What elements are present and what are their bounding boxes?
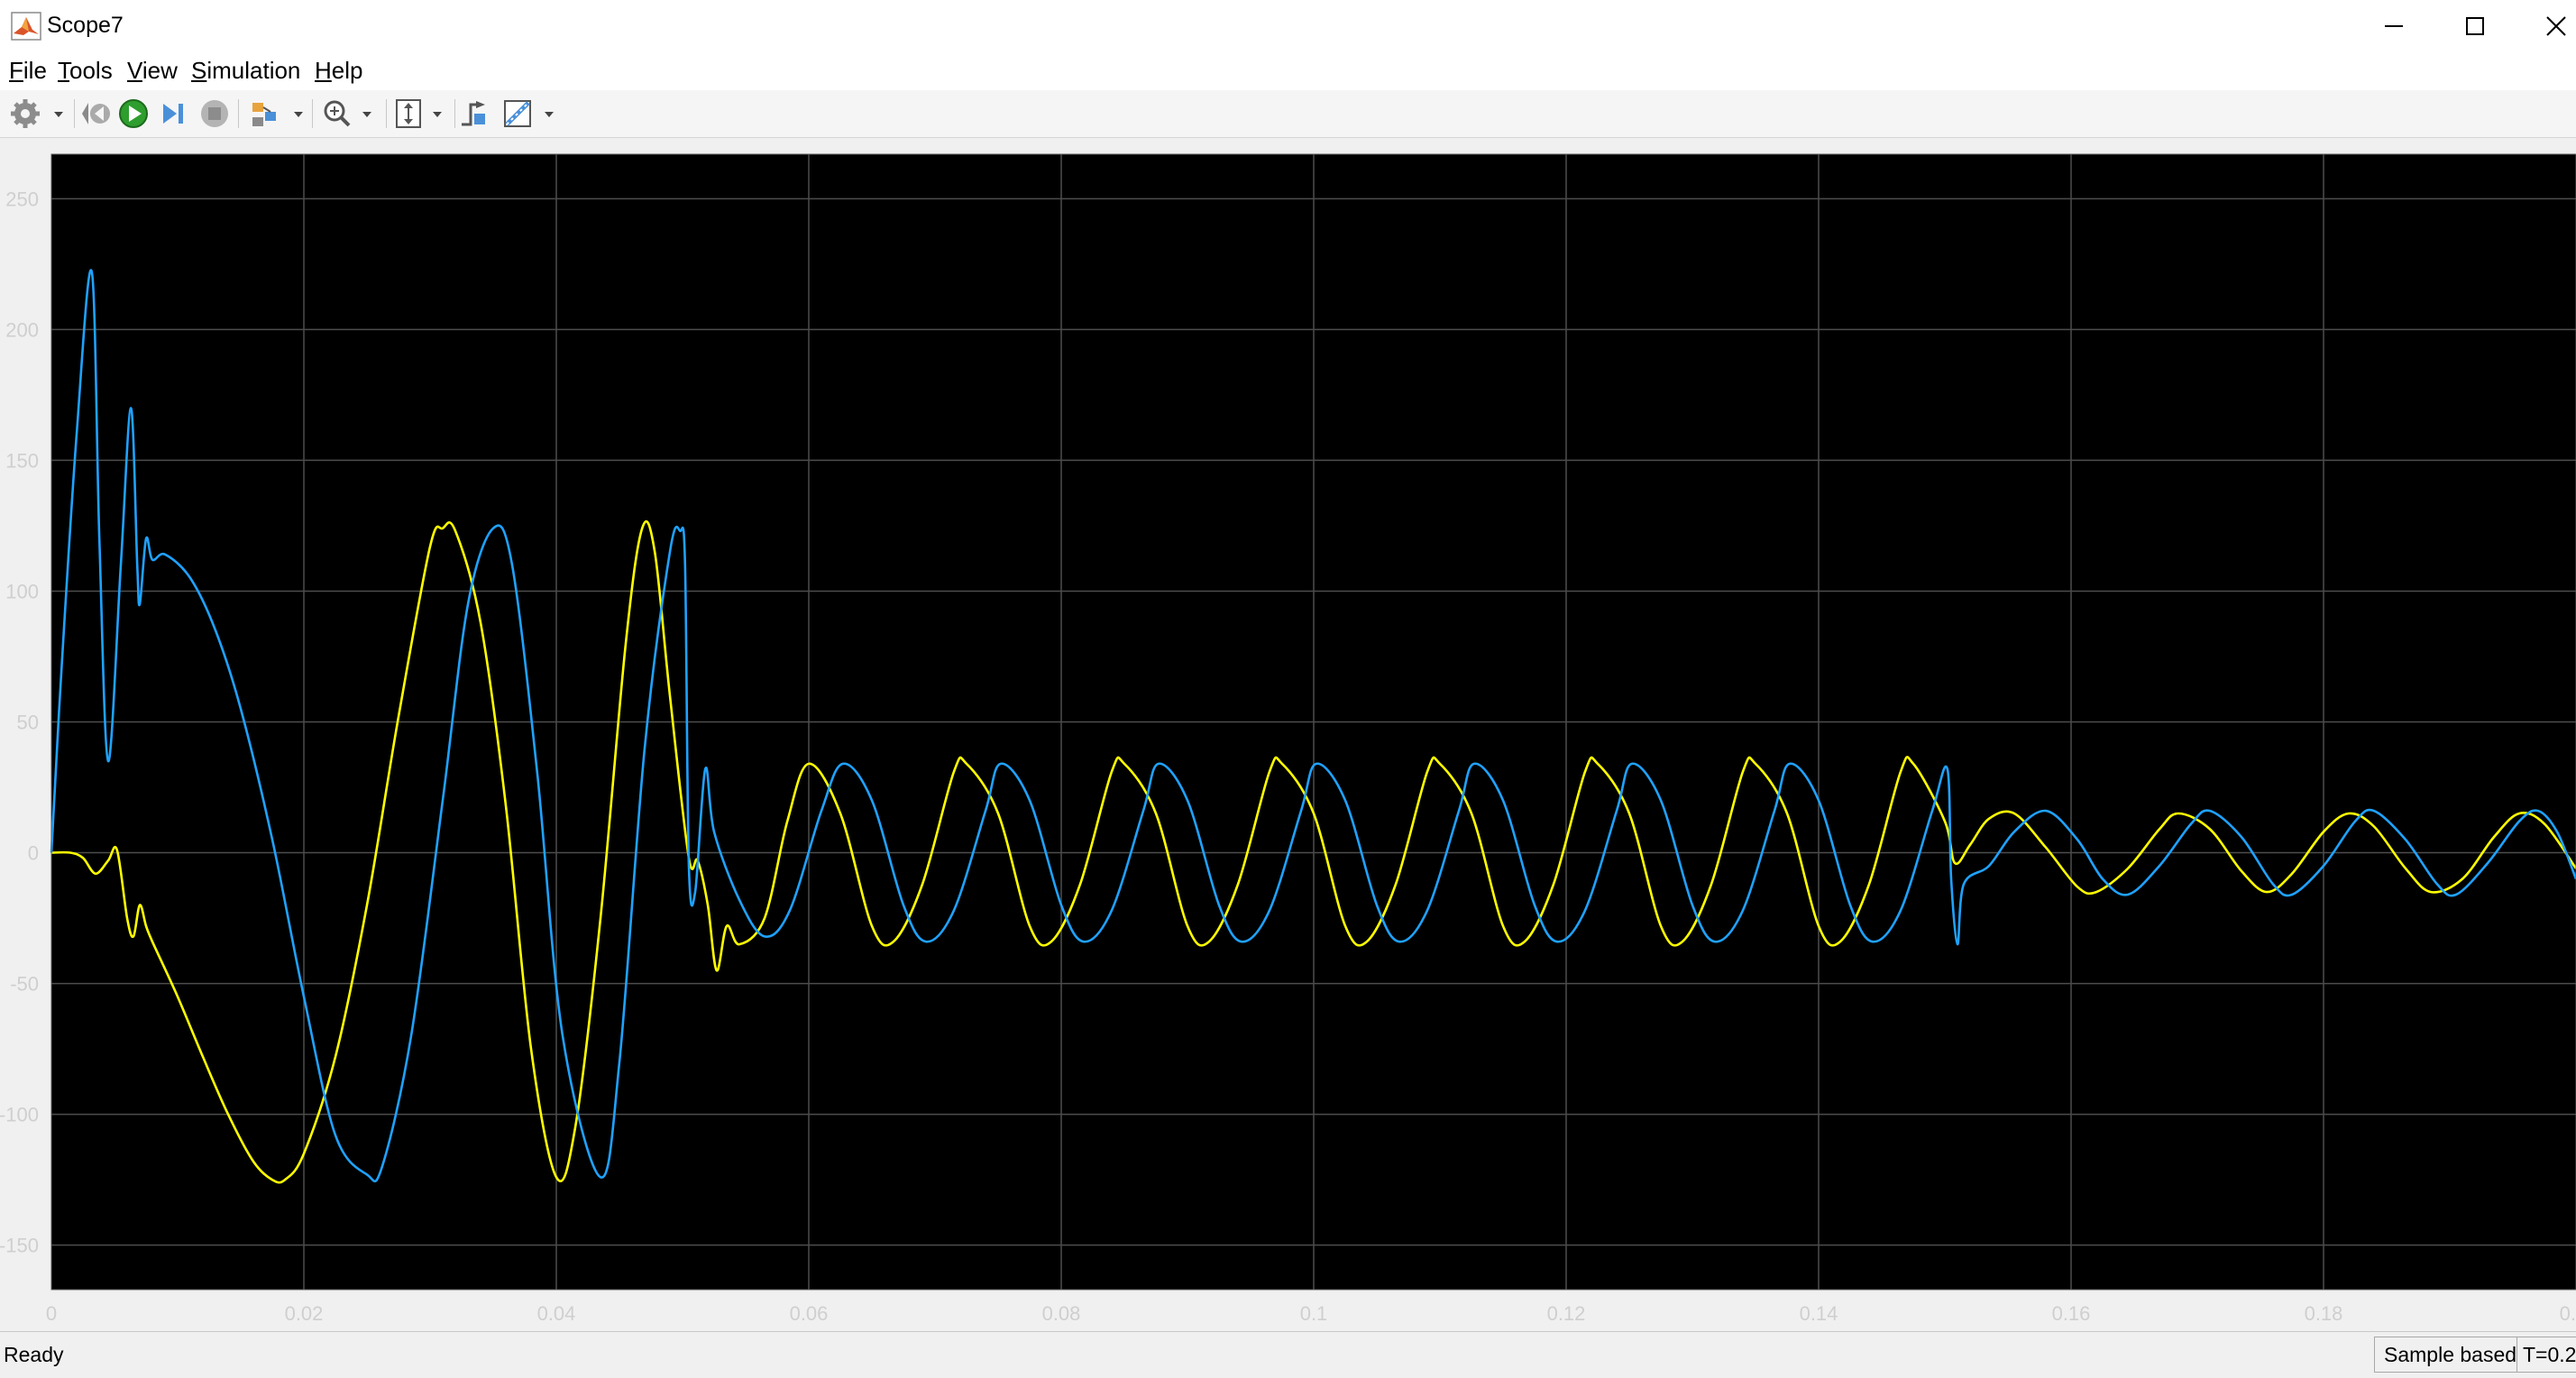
status-bar: Ready Sample based T=0.200 [0, 1331, 2576, 1378]
maximize-icon [2466, 17, 2484, 35]
step-forward-icon [163, 104, 183, 124]
menu-simulation-label: imulation [206, 57, 301, 84]
y-tick-label: -50 [10, 973, 39, 996]
menu-file-mnemonic: F [9, 57, 23, 84]
settings-button[interactable] [7, 97, 65, 130]
x-tick-label: 0.16 [2052, 1302, 2091, 1325]
menu-view[interactable]: View [127, 57, 178, 85]
menu-file-label: ile [23, 57, 47, 84]
measurements-icon [504, 100, 554, 127]
x-tick-label: 0. [2560, 1302, 2576, 1325]
minimize-icon [2385, 25, 2403, 27]
signal-selector-icon [252, 103, 303, 126]
triggers-icon [462, 101, 485, 126]
step-forward-button[interactable] [159, 97, 191, 130]
toolbar-separator [238, 99, 239, 128]
zoom-button[interactable] [321, 97, 379, 130]
toolbar-separator [312, 99, 313, 128]
step-back-icon [82, 103, 110, 124]
x-tick-label: 0.08 [1042, 1302, 1081, 1325]
scale-axes-icon [396, 99, 442, 128]
menu-file[interactable]: File [9, 57, 47, 85]
x-tick-label: 0 [46, 1302, 57, 1325]
scope-display[interactable]: -150 -100 -50 0 50 100 150 200 250 0 0.02 0.04 0.06… [0, 138, 2576, 1331]
scope-plot[interactable]: -150 -100 -50 0 50 100 150 200 250 0 0.02 0.04 0.06… [0, 138, 2576, 1331]
close-button[interactable] [2516, 0, 2576, 52]
run-icon [119, 99, 148, 128]
x-tick-label: 0.1 [1300, 1302, 1328, 1325]
menu-help[interactable]: Help [315, 57, 362, 85]
x-tick-labels: 0 0.02 0.04 0.06 0.08 0.1 0.12 0.14 0.16 0.18 0. [46, 1302, 2576, 1325]
toolbar-separator [454, 99, 455, 128]
x-tick-label: 0.14 [1800, 1302, 1838, 1325]
matlab-logo-icon [11, 12, 41, 41]
menu-tools-label: ools [69, 57, 113, 84]
stop-button[interactable] [198, 97, 231, 130]
menu-help-mnemonic: H [315, 57, 332, 84]
toolbar-separator [74, 99, 75, 128]
measurements-button[interactable] [501, 97, 559, 130]
triggers-button[interactable] [458, 97, 490, 130]
menu-tools-mnemonic: T [58, 57, 69, 84]
zoom-icon [324, 100, 371, 127]
y-tick-label: 250 [5, 188, 39, 210]
status-text: Ready [4, 1343, 64, 1366]
run-button[interactable] [117, 97, 150, 130]
title-bar: Scope7 [0, 0, 2576, 52]
menu-bar: File Tools View Simulation Help [0, 52, 2576, 90]
window-title: Scope7 [47, 13, 124, 38]
y-tick-label: 200 [5, 318, 39, 341]
menu-simulation-mnemonic: S [191, 57, 207, 84]
menu-view-mnemonic: V [127, 57, 142, 84]
y-tick-labels: -150 -100 -50 0 50 100 150 200 250 [0, 188, 39, 1256]
settings-icon [11, 99, 63, 128]
y-tick-label: 0 [28, 842, 39, 865]
status-simulation-time: T=0.200 [2516, 1337, 2576, 1373]
y-tick-label: -150 [0, 1235, 39, 1257]
x-tick-label: 0.12 [1547, 1302, 1586, 1325]
step-back-button[interactable] [79, 97, 112, 130]
x-tick-label: 0.02 [285, 1302, 324, 1325]
toolbar-separator [386, 99, 387, 128]
y-tick-label: -100 [0, 1104, 39, 1126]
menu-simulation[interactable]: Simulation [191, 57, 300, 85]
signal-selector-button[interactable] [249, 97, 307, 130]
menu-help-label: elp [331, 57, 363, 84]
x-tick-label: 0.06 [790, 1302, 829, 1325]
close-icon [2546, 16, 2566, 36]
maximize-button[interactable] [2434, 0, 2516, 52]
y-tick-label: 50 [17, 712, 39, 734]
x-tick-label: 0.18 [2305, 1302, 2343, 1325]
x-tick-label: 0.04 [537, 1302, 576, 1325]
y-tick-label: 100 [5, 580, 39, 602]
minimize-button[interactable] [2353, 0, 2434, 52]
scale-axes-button[interactable] [393, 97, 451, 130]
stop-icon [201, 100, 228, 127]
menu-tools[interactable]: Tools [58, 57, 113, 85]
menu-view-label: iew [142, 57, 178, 84]
y-tick-label: 150 [5, 449, 39, 472]
toolbar [0, 90, 2576, 138]
